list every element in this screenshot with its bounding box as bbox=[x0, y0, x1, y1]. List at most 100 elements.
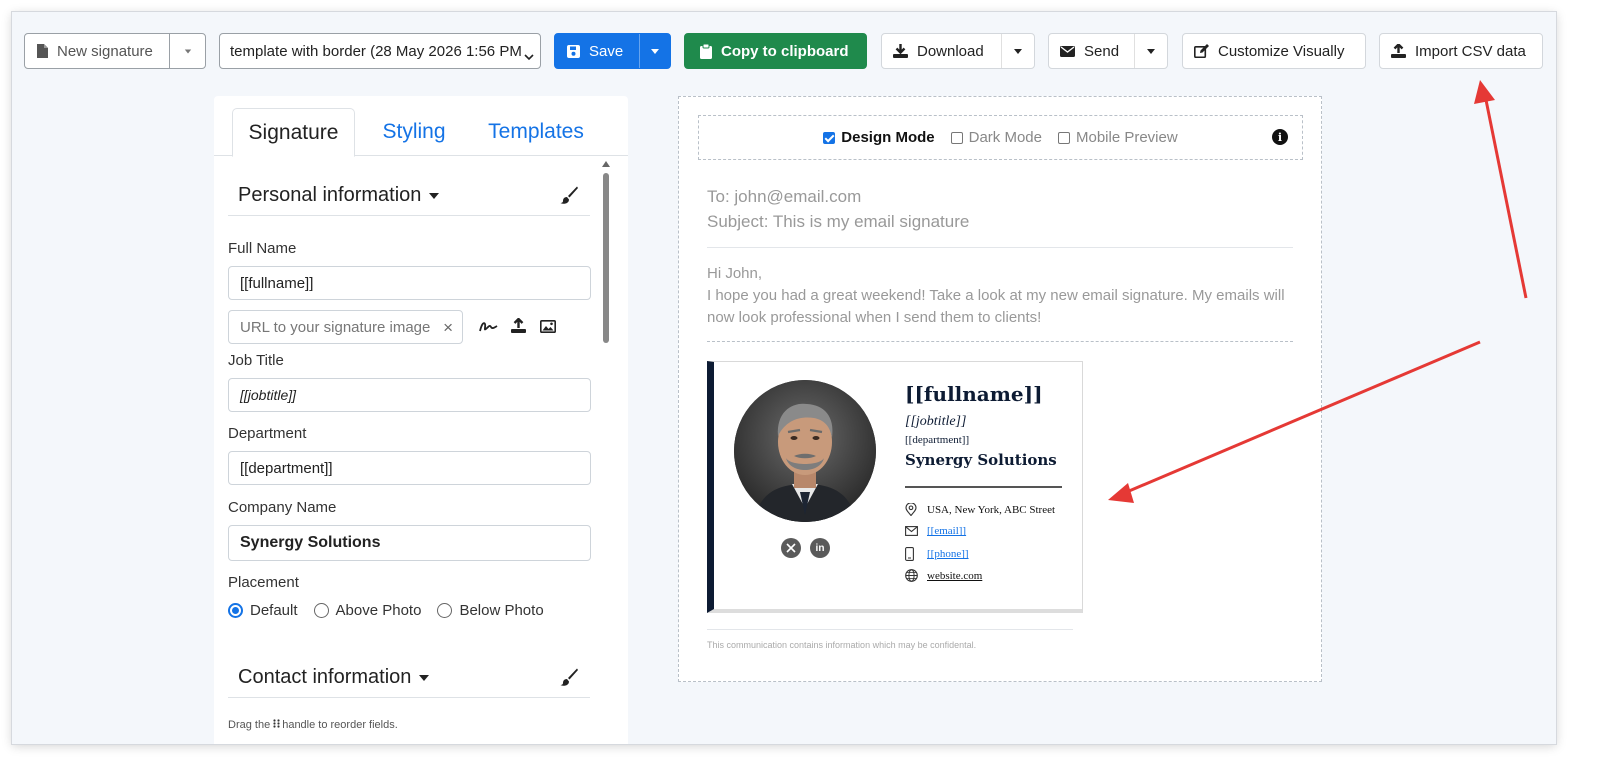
design-mode-label: Design Mode bbox=[841, 129, 935, 146]
divider bbox=[707, 341, 1293, 342]
x-twitter-icon[interactable] bbox=[781, 538, 801, 558]
tab-signature[interactable]: Signature bbox=[232, 108, 355, 157]
save-label: Save bbox=[589, 42, 624, 60]
drag-hint: Drag the handle to reorder fields. bbox=[228, 719, 398, 731]
template-select[interactable]: template with border (28 May 2026 1:56 P… bbox=[219, 33, 541, 69]
company-name-label: Company Name bbox=[228, 499, 337, 516]
editor-tabs: Signature Styling Templates bbox=[214, 108, 628, 157]
editor-panel: Signature Styling Templates Personal inf… bbox=[214, 96, 628, 744]
caret-down-icon bbox=[429, 192, 440, 199]
drag-handle-icon bbox=[273, 719, 280, 731]
signature-disclaimer: This communication contains information … bbox=[707, 640, 977, 650]
placement-default-label: Default bbox=[250, 602, 298, 619]
social-links: in bbox=[781, 538, 839, 558]
signature-image-url-input[interactable]: URL to your signature image × bbox=[228, 310, 463, 344]
tab-templates[interactable]: Templates bbox=[476, 108, 596, 156]
email-body-text: I hope you had a great weekend! Take a l… bbox=[707, 287, 1285, 326]
checkbox-unchecked[interactable] bbox=[950, 131, 963, 144]
file-icon bbox=[37, 44, 48, 58]
signature-email-row: [[email]] bbox=[905, 525, 966, 537]
email-body: Hi John, I hope you had a great weekend!… bbox=[707, 263, 1297, 329]
import-csv-button[interactable]: Import CSV data bbox=[1379, 33, 1543, 69]
clipboard-icon bbox=[700, 43, 712, 59]
download-button[interactable]: Download bbox=[882, 34, 1001, 68]
customize-visually-button[interactable]: Customize Visually bbox=[1182, 33, 1366, 69]
download-label: Download bbox=[917, 42, 984, 60]
signature-draw-icon[interactable] bbox=[479, 320, 498, 338]
caret-down-icon bbox=[419, 674, 430, 681]
clear-icon[interactable]: × bbox=[443, 318, 453, 338]
checkbox-unchecked[interactable] bbox=[1057, 131, 1070, 144]
image-icon[interactable] bbox=[540, 320, 556, 338]
dark-mode-toggle[interactable]: Dark Mode bbox=[950, 129, 1042, 146]
job-title-input[interactable]: [[jobtitle]] bbox=[228, 378, 591, 412]
contact-info-header[interactable]: Contact information bbox=[228, 658, 590, 698]
upload-icon bbox=[1391, 44, 1406, 58]
placement-above-photo-option[interactable]: Above Photo bbox=[313, 602, 421, 619]
upload-icon[interactable] bbox=[511, 317, 526, 338]
profile-photo bbox=[734, 380, 876, 522]
signature-card[interactable]: in [[fullname]] [[jobtitle]] [[departmen… bbox=[707, 361, 1083, 613]
phone-icon bbox=[905, 547, 919, 561]
template-select-value: template with border (28 May 2026 1:56 P… bbox=[230, 42, 522, 60]
scroll-thumb[interactable] bbox=[603, 173, 609, 343]
checkbox-checked[interactable] bbox=[823, 131, 836, 144]
new-signature-dropdown[interactable] bbox=[169, 34, 205, 68]
info-icon[interactable]: i bbox=[1272, 129, 1288, 145]
full-name-input[interactable]: [[fullname]] bbox=[228, 266, 591, 300]
placement-below-photo-label: Below Photo bbox=[459, 602, 544, 619]
placement-default-option[interactable]: Default bbox=[228, 602, 298, 619]
job-title-label: Job Title bbox=[228, 352, 284, 369]
download-icon bbox=[893, 44, 908, 58]
signature-phone-link[interactable]: [[phone]] bbox=[927, 548, 969, 560]
signature-website-link[interactable]: website.com bbox=[927, 570, 982, 582]
floppy-disk-icon bbox=[567, 44, 580, 58]
disclaimer-divider bbox=[707, 629, 1073, 630]
radio-unselected[interactable] bbox=[437, 603, 453, 618]
department-input[interactable]: [[department]] bbox=[228, 451, 591, 485]
mobile-preview-label: Mobile Preview bbox=[1075, 129, 1178, 146]
new-signature-label: New signature bbox=[57, 42, 153, 60]
panel-scrollbar[interactable] bbox=[601, 161, 611, 744]
scroll-up-arrow-icon[interactable] bbox=[602, 161, 610, 167]
save-dropdown[interactable] bbox=[638, 34, 670, 68]
send-button-group: Send bbox=[1048, 33, 1168, 69]
signature-image-placeholder: URL to your signature image bbox=[240, 318, 431, 336]
save-button[interactable]: Save bbox=[555, 34, 639, 68]
signature-divider bbox=[905, 486, 1062, 488]
divider bbox=[707, 247, 1293, 248]
edit-icon bbox=[1194, 44, 1209, 58]
paint-brush-icon[interactable] bbox=[560, 668, 578, 691]
tab-styling[interactable]: Styling bbox=[366, 108, 462, 156]
new-signature-button-group: New signature bbox=[24, 33, 206, 69]
placement-below-photo-option[interactable]: Below Photo bbox=[437, 602, 544, 619]
dark-mode-label: Dark Mode bbox=[968, 129, 1042, 146]
chevron-down-icon bbox=[524, 48, 534, 65]
mobile-preview-toggle[interactable]: Mobile Preview bbox=[1057, 129, 1178, 146]
full-name-label: Full Name bbox=[228, 240, 297, 257]
map-pin-icon bbox=[905, 503, 919, 516]
download-dropdown[interactable] bbox=[1000, 34, 1035, 68]
download-button-group: Download bbox=[881, 33, 1035, 69]
signature-address: USA, New York, ABC Street bbox=[927, 503, 1056, 516]
drag-hint-suffix: handle to reorder fields. bbox=[282, 719, 398, 731]
send-button[interactable]: Send bbox=[1049, 34, 1134, 68]
radio-selected[interactable] bbox=[228, 603, 243, 618]
signature-phone-row: [[phone]] bbox=[905, 547, 969, 561]
linkedin-icon[interactable]: in bbox=[810, 538, 830, 558]
send-dropdown[interactable] bbox=[1133, 34, 1167, 68]
company-name-input[interactable]: Synergy Solutions bbox=[228, 525, 591, 561]
new-signature-button[interactable]: New signature bbox=[25, 34, 169, 68]
paint-brush-icon[interactable] bbox=[560, 186, 578, 209]
design-mode-toggle[interactable]: Design Mode bbox=[823, 129, 935, 146]
personal-info-header[interactable]: Personal information bbox=[228, 176, 590, 216]
signature-email-link[interactable]: [[email]] bbox=[927, 525, 966, 537]
copy-to-clipboard-button[interactable]: Copy to clipboard bbox=[684, 33, 867, 69]
email-subject: Subject: This is my email signature bbox=[707, 212, 970, 231]
customize-label: Customize Visually bbox=[1218, 42, 1345, 60]
signature-job-title: [[jobtitle]] bbox=[905, 414, 967, 429]
radio-unselected[interactable] bbox=[313, 603, 329, 618]
envelope-icon bbox=[1060, 45, 1075, 57]
email-to: To: john@email.com bbox=[707, 187, 862, 206]
caret-down-icon bbox=[1013, 48, 1022, 54]
